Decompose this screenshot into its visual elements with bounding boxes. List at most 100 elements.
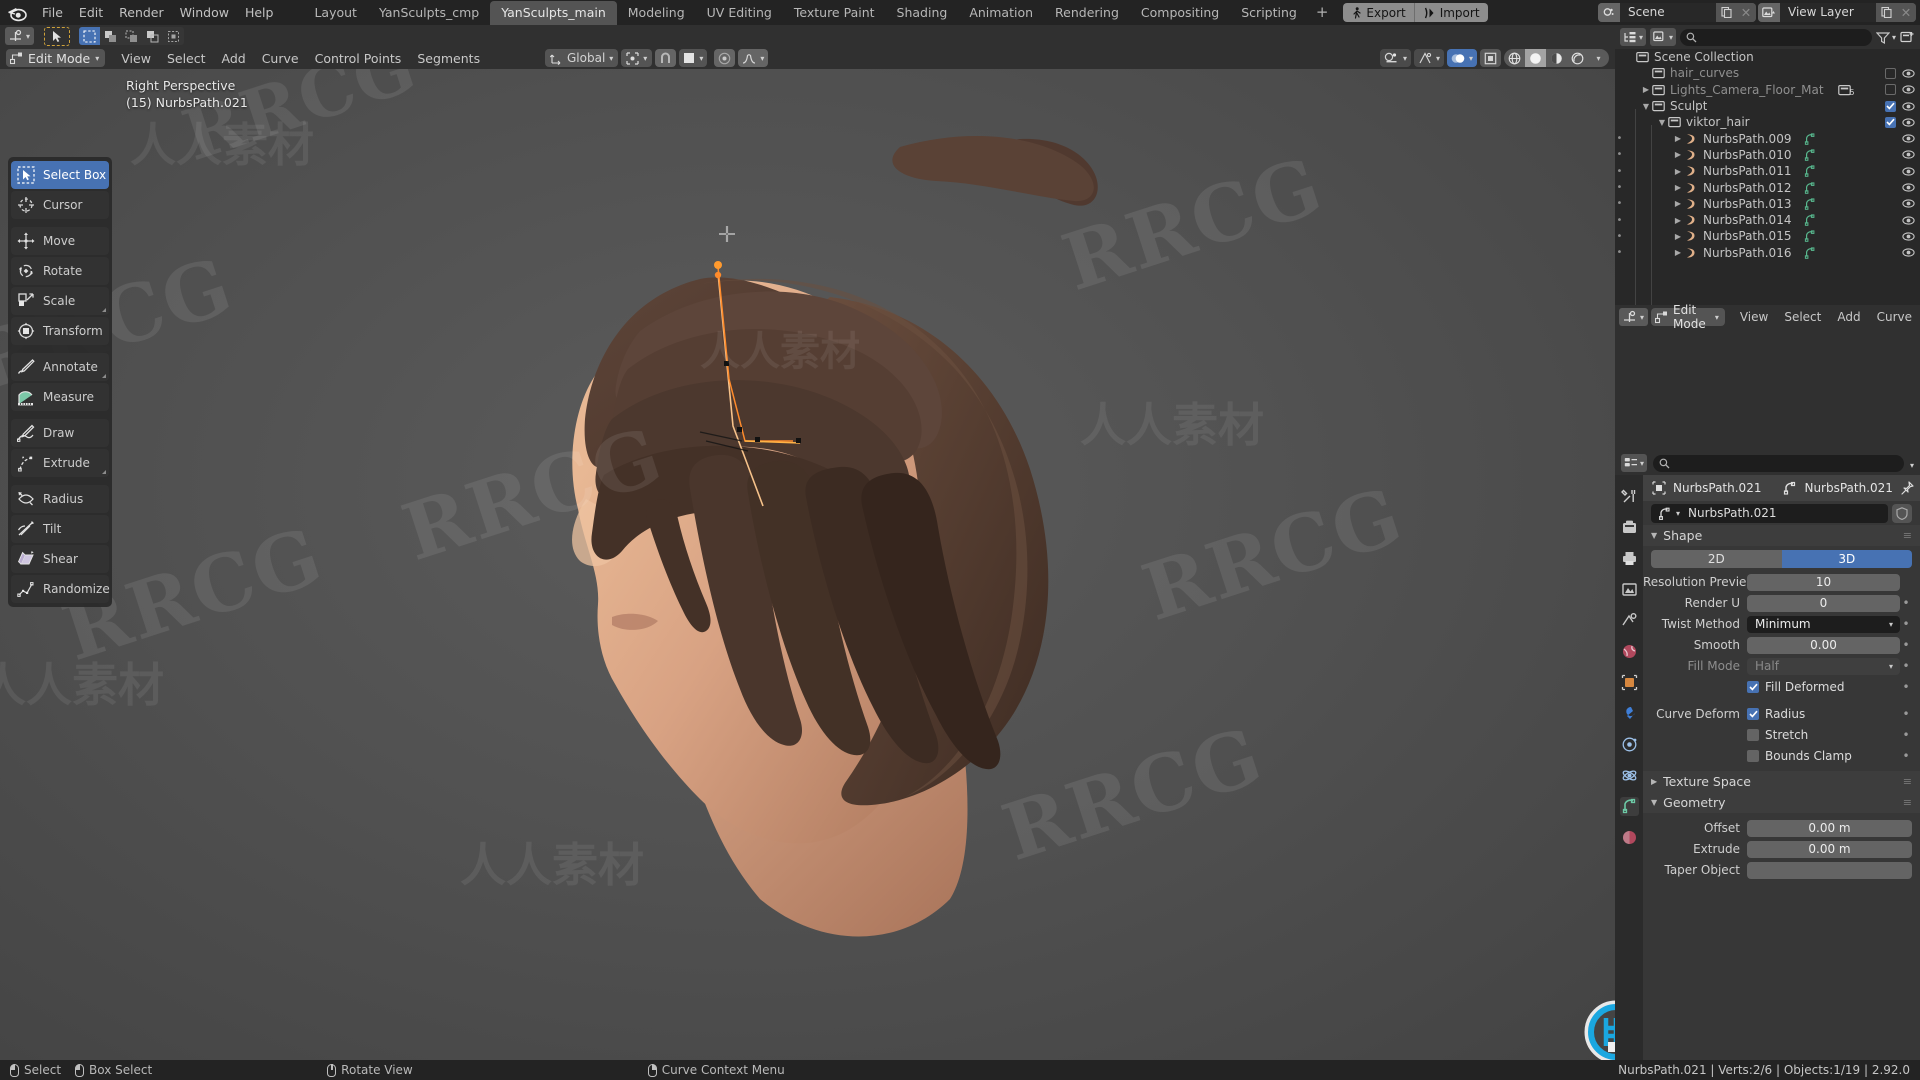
tab-object-data-curve[interactable] bbox=[1619, 797, 1639, 816]
properties-editor-type-button[interactable]: ▾ bbox=[1621, 454, 1648, 472]
panel-header-geometry[interactable]: ▼ Geometry ≡ bbox=[1643, 792, 1920, 813]
workspace-tab-uv-editing[interactable]: UV Editing bbox=[696, 1, 783, 25]
chevron-right-icon[interactable]: ▶ bbox=[1672, 183, 1684, 192]
outliner-row-label[interactable]: NurbsPath.009 bbox=[1703, 132, 1791, 146]
tool-radius[interactable]: Radius bbox=[11, 485, 109, 513]
selected-nurbs-curve[interactable] bbox=[0, 69, 1615, 1060]
curve-data-icon[interactable] bbox=[1803, 165, 1816, 178]
secondary-mode-selector[interactable]: Edit Mode ▾ bbox=[1651, 303, 1725, 331]
outliner-editor-type-button[interactable]: ▾ bbox=[1620, 28, 1647, 46]
outliner-row[interactable]: • ▶ NurbsPath.016 bbox=[1615, 245, 1920, 261]
tab-render[interactable] bbox=[1620, 518, 1639, 537]
viewport-menu-view[interactable]: View bbox=[113, 49, 159, 68]
outliner-display-mode-button[interactable]: ▾ bbox=[1650, 28, 1677, 46]
secondary-editor-type-button[interactable]: ▾ bbox=[1619, 308, 1649, 326]
view-layer-selector[interactable]: View Layer ✕ bbox=[1758, 3, 1916, 22]
shading-mode-group[interactable]: ▾ bbox=[1504, 49, 1609, 67]
shading-options-chevron-icon[interactable]: ▾ bbox=[1588, 49, 1609, 67]
tool-cursor[interactable]: Cursor bbox=[11, 191, 109, 219]
proportional-falloff-selector[interactable]: ▾ bbox=[738, 49, 769, 67]
property-value[interactable]: Minimum ▾ bbox=[1747, 615, 1900, 633]
curve-data-icon[interactable] bbox=[1803, 198, 1816, 210]
property-value[interactable]: 10 bbox=[1747, 573, 1900, 591]
outliner-row-label[interactable]: hair_curves bbox=[1670, 66, 1739, 80]
visibility-eye-icon[interactable] bbox=[1902, 84, 1915, 95]
curve-data-icon[interactable] bbox=[1803, 214, 1816, 226]
animate-property-dot[interactable]: • bbox=[1900, 660, 1912, 672]
editor-type-icon[interactable]: ▾ bbox=[5, 27, 35, 45]
mode-selector[interactable]: Edit Mode ▾ bbox=[6, 49, 106, 67]
property-value[interactable]: 0.00 bbox=[1747, 636, 1900, 654]
fake-user-shield-icon[interactable] bbox=[1892, 503, 1912, 523]
viewport-toolbar[interactable]: Select Box Cursor Move Rotate Scale Transform… bbox=[8, 157, 112, 607]
outliner-row[interactable]: • ▶ NurbsPath.010 bbox=[1615, 147, 1920, 163]
remove-view-layer-button[interactable]: ✕ bbox=[1896, 3, 1916, 22]
tab-scene[interactable] bbox=[1620, 611, 1639, 630]
workspace-tab-modeling[interactable]: Modeling bbox=[617, 1, 696, 25]
tab-view-layer[interactable] bbox=[1620, 580, 1639, 599]
workspace-tab-layout[interactable]: Layout bbox=[303, 1, 368, 25]
properties-tab-strip[interactable] bbox=[1615, 475, 1643, 1060]
curve-data-icon[interactable] bbox=[1803, 133, 1816, 145]
datablock-name-value[interactable]: NurbsPath.021 bbox=[1688, 506, 1776, 520]
curve-data-icon[interactable] bbox=[1803, 149, 1816, 161]
visibility-eye-icon[interactable] bbox=[1902, 101, 1915, 112]
animate-property-dot[interactable]: • bbox=[1900, 597, 1912, 609]
outliner-row[interactable]: ▶ Lights_Camera_Floor_Mat 5 bbox=[1615, 82, 1920, 98]
3d-viewport[interactable]: RRCG RRCG RRCG RRCG RRCG RRCG RRCG 人人素材 … bbox=[0, 69, 1615, 1060]
properties-search-input[interactable] bbox=[1653, 454, 1904, 472]
outliner-row-label[interactable]: NurbsPath.010 bbox=[1703, 148, 1791, 162]
curve-dimension-toggle[interactable]: 2D 3D bbox=[1651, 550, 1912, 568]
select-invert-mode-icon[interactable] bbox=[142, 27, 163, 45]
outliner-row[interactable]: • ▶ NurbsPath.011 bbox=[1615, 163, 1920, 179]
animate-property-dot[interactable]: • bbox=[1900, 749, 1912, 763]
chevron-right-icon[interactable]: ▶ bbox=[1672, 167, 1684, 176]
outliner-search-input[interactable] bbox=[1680, 28, 1872, 46]
workspace-tabs[interactable]: Layout YanSculpts_cmp YanSculpts_main Model… bbox=[303, 0, 1336, 25]
outliner-row-label[interactable]: NurbsPath.013 bbox=[1703, 197, 1791, 211]
preview-viewport-area[interactable] bbox=[1615, 329, 1920, 451]
menu-render[interactable]: Render bbox=[111, 2, 172, 23]
visibility-eye-icon[interactable] bbox=[1902, 182, 1915, 193]
addon-buttons-group[interactable]: Export Import bbox=[1343, 3, 1488, 22]
tab-output[interactable] bbox=[1620, 549, 1639, 568]
show-overlays-toggle[interactable]: ▾ bbox=[1413, 49, 1444, 67]
outliner-exclude-checkbox[interactable] bbox=[1885, 67, 1896, 79]
outliner-row[interactable]: hair_curves bbox=[1615, 65, 1920, 81]
chevron-right-icon[interactable]: ▶ bbox=[1672, 150, 1684, 159]
visibility-eye-icon[interactable] bbox=[1902, 133, 1915, 144]
property-value[interactable] bbox=[1747, 861, 1912, 879]
proportional-edit-toggle[interactable] bbox=[714, 49, 736, 67]
workspace-tab-texture-paint[interactable]: Texture Paint bbox=[783, 1, 886, 25]
dimension-3d-option[interactable]: 3D bbox=[1781, 550, 1912, 568]
remove-scene-button[interactable]: ✕ bbox=[1736, 3, 1756, 22]
animate-property-dot[interactable]: • bbox=[1900, 639, 1912, 651]
secondary-menu-add[interactable]: Add bbox=[1829, 308, 1868, 326]
chevron-down-icon[interactable]: ▼ bbox=[1640, 102, 1652, 111]
property-value[interactable]: Half ▾ bbox=[1747, 657, 1900, 675]
new-collection-button[interactable] bbox=[1900, 30, 1915, 44]
radius-checkbox[interactable] bbox=[1747, 708, 1759, 720]
visibility-eye-icon[interactable] bbox=[1902, 68, 1915, 79]
tool-scale[interactable]: Scale bbox=[11, 287, 109, 315]
outliner-row[interactable]: • ▶ NurbsPath.013 bbox=[1615, 196, 1920, 212]
outliner-filter-button[interactable]: ▾ bbox=[1875, 31, 1896, 44]
tool-draw[interactable]: Draw bbox=[11, 419, 109, 447]
outliner-row[interactable]: Scene Collection bbox=[1615, 49, 1920, 65]
toggle-xray-button[interactable]: ▾ bbox=[1446, 49, 1477, 67]
outliner-row-label[interactable]: Scene Collection bbox=[1654, 50, 1754, 64]
animate-property-dot[interactable]: • bbox=[1900, 618, 1912, 630]
fill-deformed-checkbox[interactable] bbox=[1747, 681, 1759, 693]
shading-wireframe-icon[interactable] bbox=[1504, 49, 1525, 67]
outliner-exclude-checkbox[interactable] bbox=[1885, 100, 1896, 112]
workspace-tab-scripting[interactable]: Scripting bbox=[1230, 1, 1308, 25]
property-value[interactable]: 0.00 m bbox=[1747, 840, 1912, 858]
select-subtract-mode-icon[interactable] bbox=[121, 27, 142, 45]
select-box-mode-icon[interactable] bbox=[79, 27, 101, 45]
secondary-menu-view[interactable]: View bbox=[1732, 308, 1776, 326]
breadcrumb-data-label[interactable]: NurbsPath.021 bbox=[1804, 481, 1892, 495]
outliner-row-label[interactable]: NurbsPath.015 bbox=[1703, 229, 1791, 243]
visibility-eye-icon[interactable] bbox=[1902, 149, 1915, 160]
shading-rendered-icon[interactable] bbox=[1567, 49, 1588, 67]
snap-target-selector[interactable]: ▾ bbox=[679, 49, 708, 67]
